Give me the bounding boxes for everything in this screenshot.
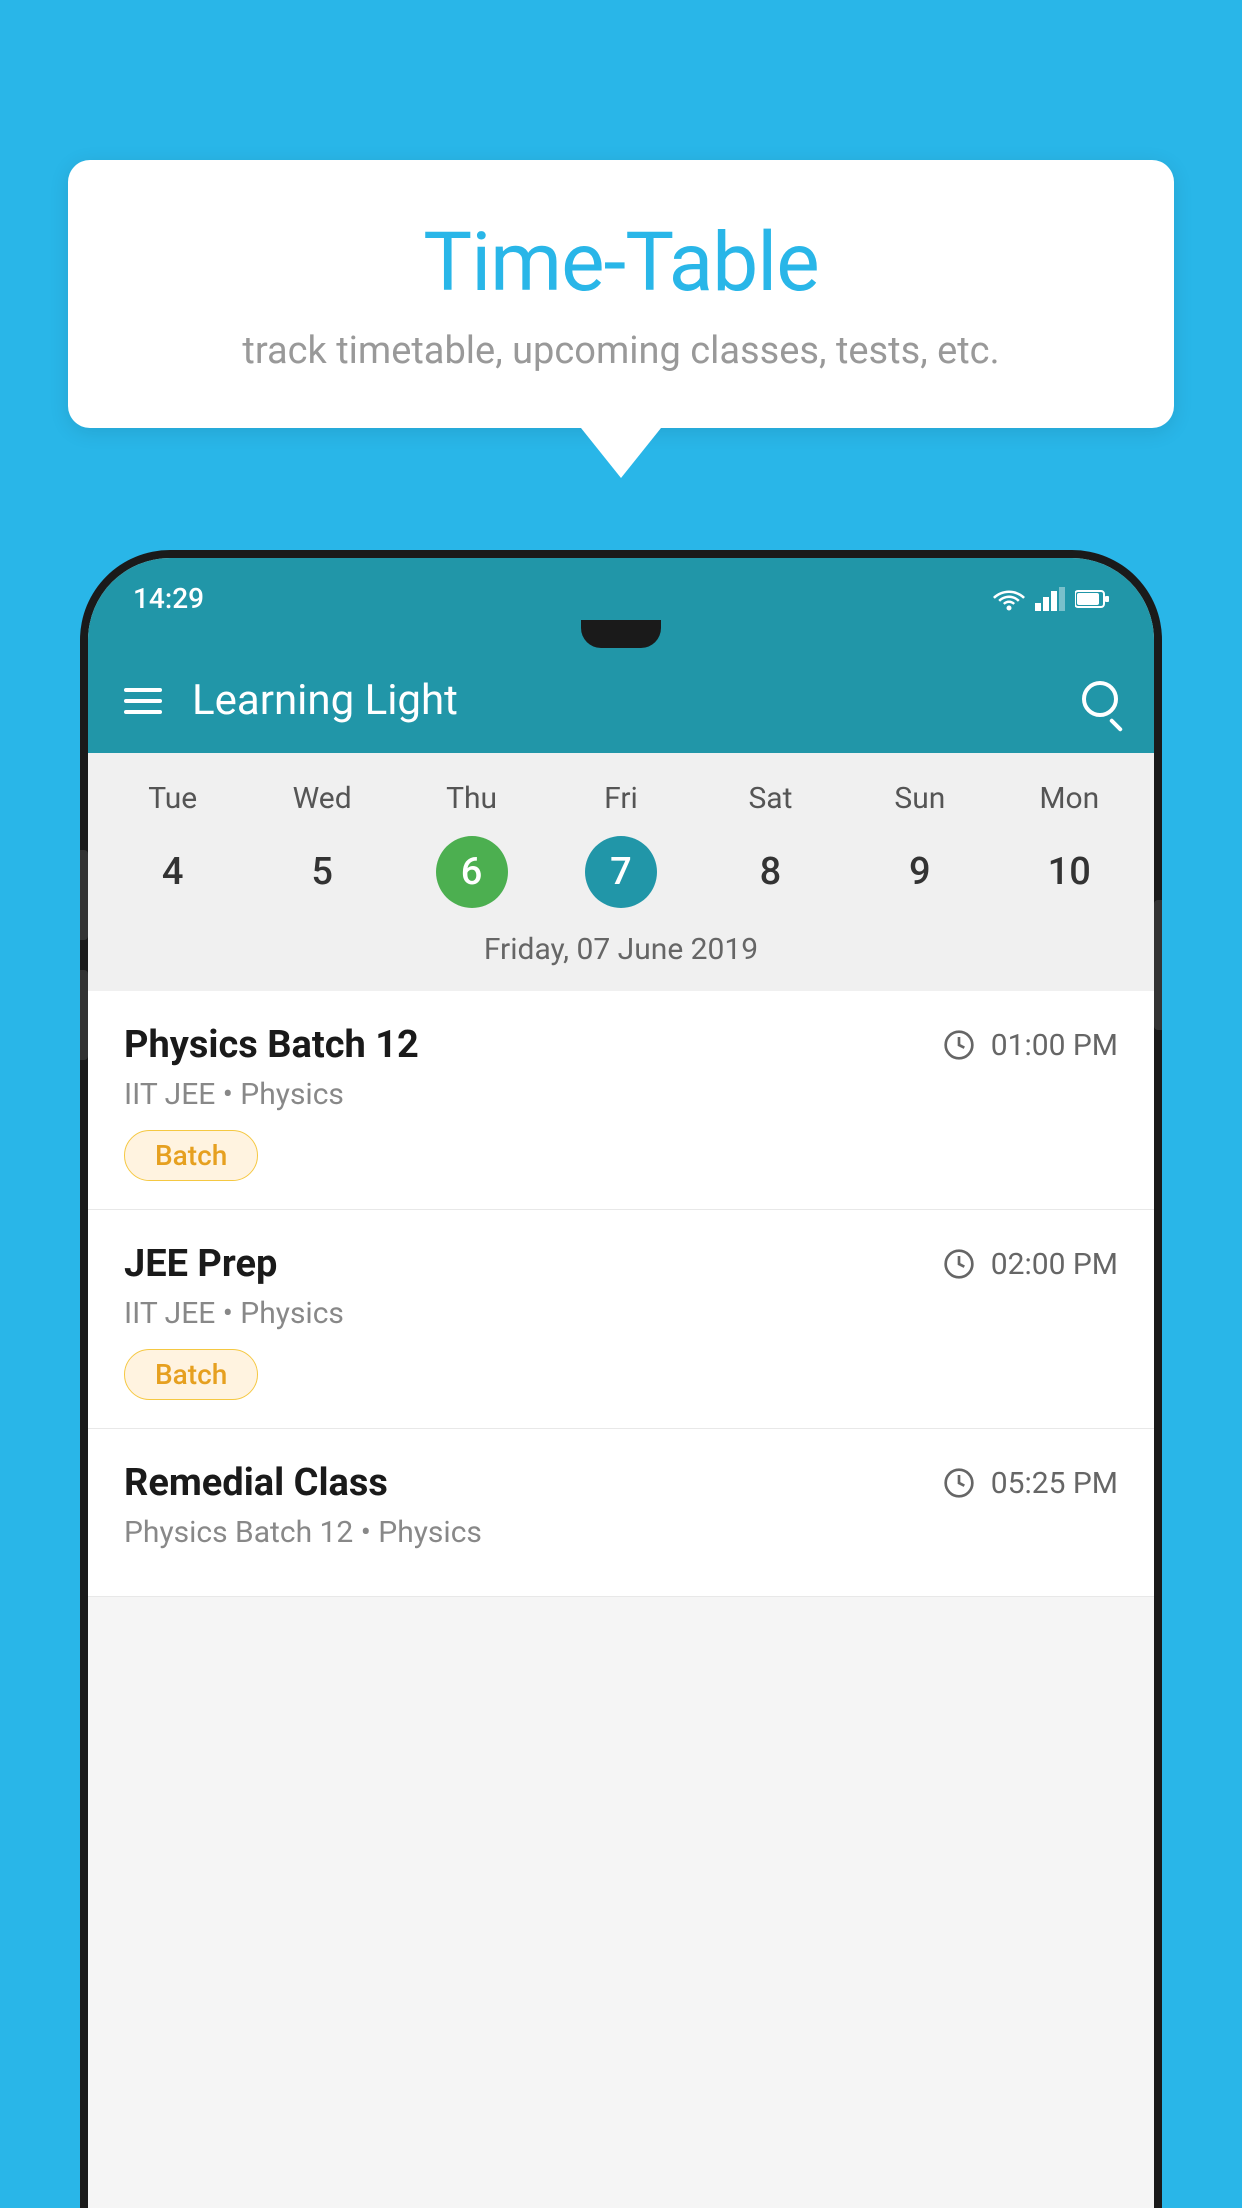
- schedule-item-3-time: 05:25 PM: [943, 1466, 1118, 1501]
- signal-icon: [1035, 587, 1065, 611]
- schedule-item-3-time-text: 05:25 PM: [991, 1466, 1118, 1501]
- schedule-item-2-header: JEE Prep 02:00 PM: [124, 1242, 1118, 1286]
- calendar-date-8[interactable]: 8: [696, 824, 845, 920]
- bubble-title: Time-Table: [128, 215, 1114, 311]
- schedule-item-2-time-text: 02:00 PM: [991, 1247, 1118, 1282]
- schedule-item-2-title: JEE Prep: [124, 1242, 277, 1286]
- schedule-item-2-subtitle: IIT JEE • Physics: [124, 1296, 1118, 1331]
- calendar-date-7[interactable]: 7: [546, 824, 695, 920]
- schedule-item-2-tag: Batch: [124, 1349, 258, 1400]
- calendar-date-10[interactable]: 10: [995, 824, 1144, 920]
- phone-screen: 14:29: [88, 558, 1154, 2208]
- schedule-item-1-title: Physics Batch 12: [124, 1023, 419, 1067]
- status-time: 14:29: [133, 582, 204, 615]
- schedule-item-3-header: Remedial Class 05:25 PM: [124, 1461, 1118, 1505]
- day-name-thu: Thu: [397, 773, 546, 824]
- schedule-item-3-title: Remedial Class: [124, 1461, 388, 1505]
- app-bar: Learning Light: [88, 648, 1154, 753]
- schedule-item-3-subtitle: Physics Batch 12 • Physics: [124, 1515, 1118, 1550]
- status-icons: [993, 587, 1109, 611]
- volume-down-button: [80, 970, 88, 1060]
- schedule-item-2-time: 02:00 PM: [943, 1247, 1118, 1282]
- power-button: [1154, 900, 1162, 1030]
- day-name-mon: Mon: [995, 773, 1144, 824]
- schedule-item-1-tag: Batch: [124, 1130, 258, 1181]
- bubble-arrow: [581, 428, 661, 478]
- day-name-wed: Wed: [247, 773, 396, 824]
- schedule-item-1-header: Physics Batch 12 01:00 PM: [124, 1023, 1118, 1067]
- phone-header: 14:29: [88, 558, 1154, 753]
- day-name-sun: Sun: [845, 773, 994, 824]
- app-title: Learning Light: [192, 676, 1052, 725]
- schedule-list: Physics Batch 12 01:00 PM IIT JEE • Phys…: [88, 991, 1154, 1597]
- wifi-icon: [993, 587, 1025, 611]
- schedule-item-physics-batch[interactable]: Physics Batch 12 01:00 PM IIT JEE • Phys…: [88, 991, 1154, 1210]
- calendar-date-5[interactable]: 5: [247, 824, 396, 920]
- camera-notch: [581, 620, 661, 648]
- status-bar: 14:29: [88, 568, 1154, 615]
- search-button[interactable]: [1082, 681, 1118, 721]
- day-name-tue: Tue: [98, 773, 247, 824]
- schedule-item-remedial[interactable]: Remedial Class 05:25 PM Physics Batch 12…: [88, 1429, 1154, 1597]
- schedule-item-jee-prep[interactable]: JEE Prep 02:00 PM IIT JEE • Physics Batc…: [88, 1210, 1154, 1429]
- schedule-item-1-subtitle: IIT JEE • Physics: [124, 1077, 1118, 1112]
- calendar-section: Tue Wed Thu Fri Sat Sun Mon 4 5 6 7 8 9 …: [88, 753, 1154, 991]
- speech-bubble: Time-Table track timetable, upcoming cla…: [68, 160, 1174, 428]
- phone-mockup: 14:29: [80, 550, 1162, 2208]
- calendar-dates-row: 4 5 6 7 8 9 10: [88, 824, 1154, 920]
- calendar-date-4[interactable]: 4: [98, 824, 247, 920]
- volume-up-button: [80, 850, 88, 940]
- schedule-item-1-time: 01:00 PM: [943, 1028, 1118, 1063]
- day-name-fri: Fri: [546, 773, 695, 824]
- day-name-sat: Sat: [696, 773, 845, 824]
- bubble-subtitle: track timetable, upcoming classes, tests…: [128, 329, 1114, 373]
- menu-button[interactable]: [124, 688, 162, 714]
- battery-icon: [1075, 589, 1109, 609]
- schedule-item-1-time-text: 01:00 PM: [991, 1028, 1118, 1063]
- speech-bubble-container: Time-Table track timetable, upcoming cla…: [68, 160, 1174, 478]
- calendar-selected-date-label: Friday, 07 June 2019: [88, 920, 1154, 981]
- calendar-date-9[interactable]: 9: [845, 824, 994, 920]
- calendar-day-names: Tue Wed Thu Fri Sat Sun Mon: [88, 773, 1154, 824]
- calendar-date-6[interactable]: 6: [397, 824, 546, 920]
